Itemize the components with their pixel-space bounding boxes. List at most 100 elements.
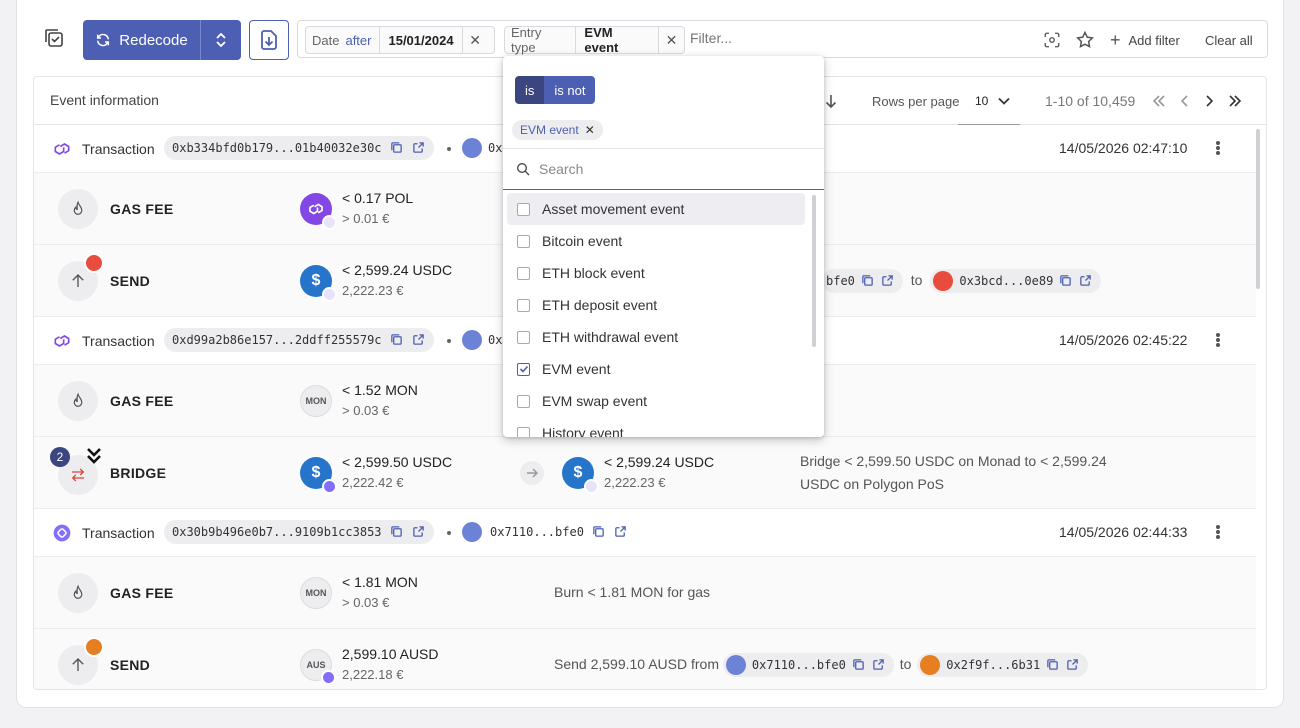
is-option[interactable]: is bbox=[515, 76, 545, 104]
last-page-icon[interactable] bbox=[1228, 95, 1242, 107]
transaction-label: Transaction bbox=[82, 141, 155, 157]
table-scrollbar[interactable] bbox=[1256, 129, 1260, 289]
event-type-label: SEND bbox=[110, 273, 151, 289]
option-item[interactable]: EVM event bbox=[507, 353, 805, 385]
checkbox[interactable] bbox=[517, 426, 530, 437]
option-label: History event bbox=[542, 425, 624, 437]
option-item[interactable]: ETH withdrawal event bbox=[507, 321, 805, 353]
previous-page-icon[interactable] bbox=[1180, 95, 1190, 107]
more-options-icon[interactable] bbox=[1214, 521, 1222, 543]
checkbox[interactable] bbox=[517, 330, 530, 344]
close-icon[interactable]: ✕ bbox=[585, 123, 595, 137]
rows-per-page-select[interactable]: 10 bbox=[958, 77, 1020, 125]
checkbox[interactable] bbox=[517, 234, 530, 248]
to-word: to bbox=[910, 272, 923, 288]
option-item[interactable]: Asset movement event bbox=[507, 193, 805, 225]
external-link-icon[interactable] bbox=[412, 525, 426, 539]
checkbox[interactable] bbox=[517, 298, 530, 312]
note-text: Send 2,599.10 AUSD from bbox=[554, 656, 719, 672]
separator-dot bbox=[447, 147, 451, 151]
address-pill[interactable]: 0x7110...bfe0 bbox=[462, 520, 628, 544]
monad-chain-badge bbox=[322, 479, 337, 494]
option-item[interactable]: ETH block event bbox=[507, 257, 805, 289]
asset-amount: $ < 2,599.24 USDC 2,222.23 € bbox=[300, 259, 452, 302]
copy-icon[interactable] bbox=[1059, 274, 1073, 288]
external-link-icon[interactable] bbox=[1079, 274, 1093, 288]
more-options-icon[interactable] bbox=[1214, 137, 1222, 159]
counterparty-avatar bbox=[84, 253, 104, 273]
checkbox[interactable] bbox=[517, 394, 530, 408]
dropdown-search[interactable]: Search bbox=[503, 148, 824, 190]
select-all-icon[interactable] bbox=[40, 24, 68, 52]
screenshot-icon[interactable] bbox=[1043, 21, 1061, 59]
option-item[interactable]: History event bbox=[507, 417, 805, 437]
selected-value-chip[interactable]: EVM event ✕ bbox=[512, 120, 603, 140]
star-icon[interactable] bbox=[1075, 21, 1095, 59]
entry-type-filter-chip[interactable]: Entry type EVM event ✕ bbox=[504, 25, 685, 55]
copy-icon[interactable] bbox=[852, 658, 866, 672]
external-link-icon[interactable] bbox=[412, 141, 426, 155]
more-options-icon[interactable] bbox=[1214, 329, 1222, 351]
filter-input[interactable] bbox=[690, 30, 990, 46]
copy-icon[interactable] bbox=[861, 274, 875, 288]
option-label: EVM event bbox=[542, 361, 611, 377]
clear-all-button[interactable]: Clear all bbox=[1205, 21, 1253, 59]
copy-icon[interactable] bbox=[592, 525, 606, 539]
download-file-icon bbox=[261, 30, 277, 50]
pagination-range: 1-10 of 10,459 bbox=[1045, 93, 1136, 109]
copy-icon[interactable] bbox=[390, 333, 404, 347]
redecode-button[interactable]: Redecode bbox=[83, 20, 200, 60]
collapse-chevron-icon[interactable] bbox=[86, 447, 102, 465]
copy-icon[interactable] bbox=[390, 141, 404, 155]
address-text: 0x2f9f...6b31 bbox=[946, 657, 1041, 672]
coin-symbol: MON bbox=[305, 588, 327, 598]
transaction-label: Transaction bbox=[82, 525, 155, 541]
external-link-icon[interactable] bbox=[614, 525, 628, 539]
external-link-icon[interactable] bbox=[412, 333, 426, 347]
redecode-options-button[interactable] bbox=[200, 20, 241, 60]
address-pill[interactable]: 0x bbox=[462, 328, 502, 352]
address-pill[interactable]: 0x bbox=[462, 136, 502, 160]
timestamp: 14/05/2026 02:45:22 bbox=[1059, 332, 1188, 348]
first-page-icon[interactable] bbox=[1152, 95, 1166, 107]
address-pill[interactable]: 0x2f9f...6b31 bbox=[917, 653, 1089, 678]
is-not-option[interactable]: is not bbox=[544, 76, 596, 104]
amount: < 1.52 MON bbox=[342, 382, 418, 398]
copy-icon[interactable] bbox=[1046, 658, 1060, 672]
export-button[interactable] bbox=[249, 20, 289, 60]
add-filter-button[interactable]: + Add filter bbox=[1110, 21, 1180, 59]
flame-icon bbox=[58, 189, 98, 229]
close-icon[interactable]: ✕ bbox=[461, 27, 488, 53]
separator-dot bbox=[447, 531, 451, 535]
polygon-chain-icon bbox=[54, 335, 70, 347]
option-label: ETH deposit event bbox=[542, 297, 658, 313]
table-row[interactable]: SEND AUS 2,599.10 AUSD 2,222.18 € Send 2,… bbox=[34, 629, 1256, 689]
close-icon[interactable]: ✕ bbox=[658, 27, 684, 53]
external-link-icon[interactable] bbox=[872, 658, 886, 672]
date-filter-key: Date bbox=[312, 32, 340, 48]
entry-type-filter-key: Entry type bbox=[511, 25, 542, 55]
event-type-label: GAS FEE bbox=[110, 393, 174, 409]
option-item[interactable]: Bitcoin event bbox=[507, 225, 805, 257]
external-link-icon[interactable] bbox=[1066, 658, 1080, 672]
dropdown-scrollbar[interactable] bbox=[812, 195, 816, 347]
table-row[interactable]: Transaction 0x30b9b496e0b7...9109b1cc385… bbox=[34, 509, 1256, 557]
external-link-icon[interactable] bbox=[881, 274, 895, 288]
checkbox[interactable] bbox=[517, 202, 530, 216]
sort-arrow-icon[interactable] bbox=[824, 77, 838, 125]
copy-icon[interactable] bbox=[390, 525, 404, 539]
date-filter-chip[interactable]: Date after 15/01/2024 ✕ bbox=[305, 26, 495, 54]
column-header-event-information: Event information bbox=[50, 92, 159, 108]
search-icon bbox=[517, 163, 530, 176]
table-row[interactable]: GAS FEE MON < 1.81 MON > 0.03 € Burn < 1.… bbox=[34, 557, 1256, 629]
next-page-icon[interactable] bbox=[1204, 95, 1214, 107]
table-row[interactable]: 2 BRIDGE $ < 2,599.50 USDC 2,222.42 € $ <… bbox=[34, 437, 1256, 509]
option-item[interactable]: EVM swap event bbox=[507, 385, 805, 417]
address-pill[interactable]: 0x3bcd...0e89 bbox=[930, 269, 1102, 294]
address-pill[interactable]: 0x7110...bfe0 bbox=[722, 653, 894, 678]
checkbox[interactable] bbox=[517, 266, 530, 280]
address-pill[interactable]: bfe0 bbox=[822, 269, 903, 294]
checkbox-checked[interactable] bbox=[517, 362, 530, 376]
option-item[interactable]: ETH deposit event bbox=[507, 289, 805, 321]
tx-hash-pill: 0xb334bfd0b179...01b40032e30c bbox=[164, 136, 434, 160]
